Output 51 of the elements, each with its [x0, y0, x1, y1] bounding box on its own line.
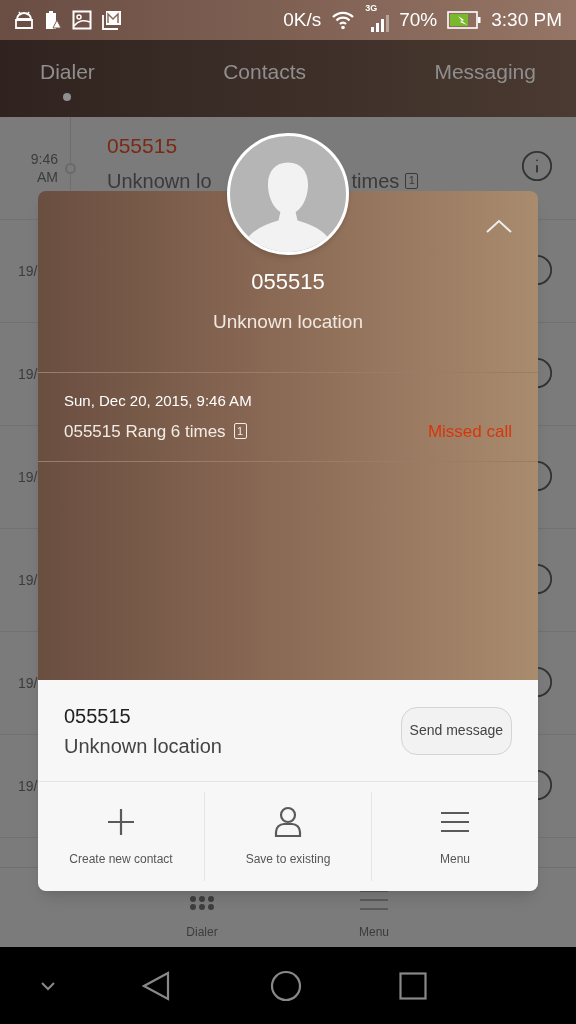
bottom-bar-button[interactable]: Menu — [338, 889, 410, 941]
chevron-down-icon[interactable] — [40, 980, 56, 991]
call-date: 19/ — [18, 570, 38, 590]
recents-icon[interactable] — [399, 971, 427, 1000]
dialog-number: 055515 — [251, 267, 325, 296]
battery-alert-icon — [44, 10, 62, 30]
signal-icon — [371, 14, 390, 32]
send-message-button[interactable]: Send message — [400, 706, 512, 755]
dialog-location: Unknown location — [213, 309, 363, 334]
call-date: 19/ — [18, 364, 38, 384]
call-date-time: Sun, Dec 20, 2015, 9:46 AM — [64, 391, 253, 411]
dialog-action-button[interactable]: Menu — [371, 792, 538, 881]
caller-location: Unknown lo — [107, 168, 212, 194]
caller-number: 055515 — [107, 133, 179, 160]
image-icon — [72, 10, 92, 30]
back-icon[interactable] — [142, 970, 170, 1001]
android-icon — [14, 10, 34, 30]
info-icon[interactable] — [520, 149, 554, 183]
call-period: AM — [37, 168, 58, 186]
contact-location: Unknown location — [64, 733, 223, 759]
tab[interactable]: Messaging — [416, 40, 554, 117]
dialog-action-button[interactable]: Create new contact — [38, 792, 204, 881]
ring-detail: 055515 Rang 6 times — [64, 420, 226, 443]
battery-percent: 70% — [399, 7, 438, 32]
tab[interactable]: Contacts — [205, 40, 325, 117]
menu-icon — [441, 810, 469, 833]
home-icon[interactable] — [270, 969, 302, 1002]
network-speed: 0K/s — [283, 7, 322, 32]
tab[interactable]: Dialer — [22, 40, 113, 117]
gallery-icon — [102, 10, 122, 30]
menu-icon — [360, 889, 388, 911]
dialpad-icon — [189, 895, 215, 911]
call-date: 19/ — [18, 673, 38, 693]
clock: 3:30 PM — [491, 7, 562, 32]
sim-badge: 1 — [233, 423, 247, 440]
call-date: 19/ — [18, 261, 38, 281]
person-icon — [274, 805, 302, 838]
bottom-bar-button[interactable]: Dialer — [166, 895, 238, 941]
call-status: Missed call — [427, 420, 512, 443]
dialog-action-button[interactable]: Save to existing — [204, 792, 371, 881]
chevron-up-icon[interactable] — [486, 219, 512, 233]
call-date: 19/ — [18, 467, 38, 487]
battery-charging-icon — [447, 11, 482, 29]
call-date: 19/ — [18, 776, 38, 796]
contact-number: 055515 — [64, 703, 132, 729]
network-type: 3G — [365, 4, 378, 13]
call-time: 9:46 — [30, 150, 58, 168]
ring-count: times — [351, 168, 400, 194]
sim-badge: 1 — [405, 172, 419, 189]
wifi-icon — [331, 10, 356, 30]
plus-icon — [106, 806, 136, 837]
